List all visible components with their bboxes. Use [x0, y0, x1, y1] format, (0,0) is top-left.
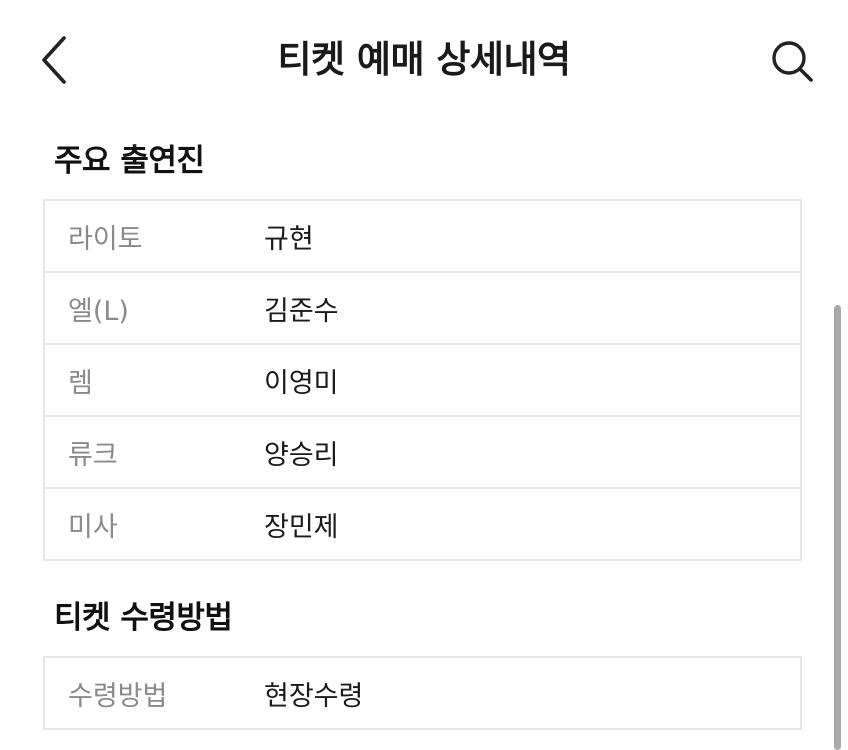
cast-section-title: 주요 출연진 — [54, 143, 205, 179]
table-row: 미사 장민제 — [45, 487, 800, 559]
table-row: 수령방법 현장수령 — [45, 658, 800, 728]
actor-name: 이영미 — [264, 367, 339, 399]
role-label: 류크 — [68, 439, 118, 471]
role-label: 엘(L) — [68, 295, 129, 327]
top-app-bar: 티켓 예매 상세내역 — [0, 0, 848, 122]
role-label: 렘 — [68, 367, 93, 399]
actor-name: 양승리 — [264, 439, 339, 471]
vertical-scrollbar[interactable] — [834, 305, 841, 750]
role-label: 미사 — [68, 511, 118, 543]
actor-name: 김준수 — [264, 295, 339, 327]
pickup-method-label: 수령방법 — [68, 680, 168, 712]
actor-name: 규현 — [264, 223, 314, 255]
cast-table: 라이토 규현 엘(L) 김준수 렘 이영미 류크 양승리 미사 장민제 — [43, 199, 802, 561]
table-row: 렘 이영미 — [45, 343, 800, 415]
search-button[interactable] — [764, 36, 820, 88]
ticket-pickup-table: 수령방법 현장수령 — [43, 656, 802, 730]
table-row: 라이토 규현 — [45, 201, 800, 271]
ticket-section-title: 티켓 수령방법 — [54, 600, 233, 636]
table-row: 류크 양승리 — [45, 415, 800, 487]
search-icon — [772, 41, 813, 82]
role-label: 라이토 — [68, 223, 143, 255]
page-title: 티켓 예매 상세내역 — [277, 38, 571, 81]
table-row: 엘(L) 김준수 — [45, 271, 800, 343]
pickup-method-value: 현장수령 — [264, 680, 364, 712]
ticket-detail-page: 티켓 예매 상세내역 주요 출연진 라이토 규현 엘(L) 김준수 렘 이영미 … — [0, 0, 848, 750]
actor-name: 장민제 — [264, 511, 339, 543]
